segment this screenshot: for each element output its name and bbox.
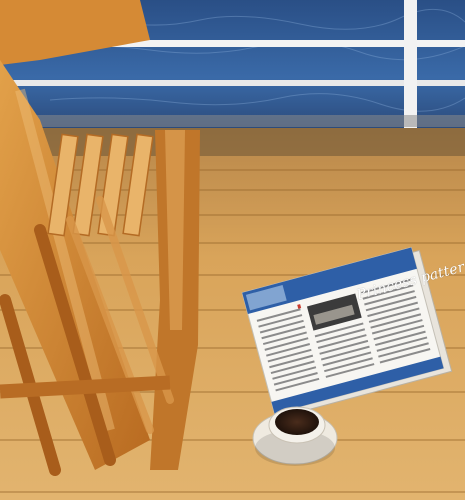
photo-illustration <box>0 0 465 500</box>
ship-deck-photo: Princess patter <box>0 0 465 500</box>
